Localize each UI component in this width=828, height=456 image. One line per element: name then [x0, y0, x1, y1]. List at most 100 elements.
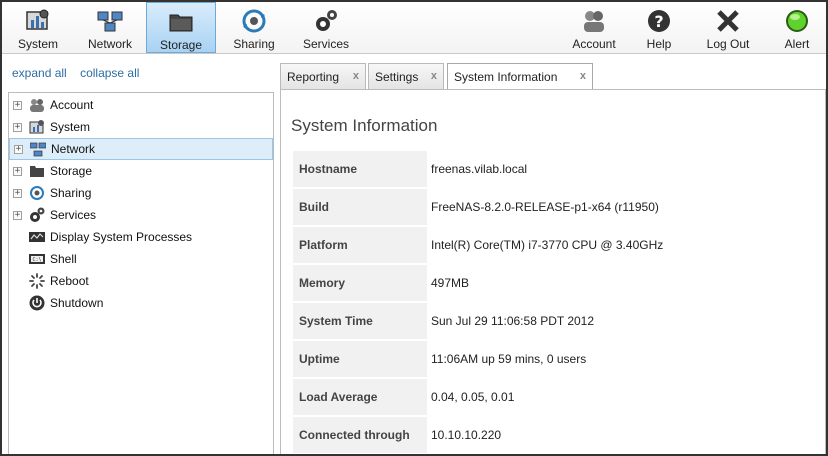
info-key: Memory — [293, 265, 427, 301]
storage-icon — [30, 166, 44, 177]
toolbar-label: Services — [302, 37, 349, 51]
tree-item-storage[interactable]: + Storage — [9, 160, 273, 182]
toolbar-system-button[interactable]: System — [8, 2, 68, 53]
sharing-icon — [30, 186, 44, 200]
info-key: Build — [293, 189, 427, 225]
account-icon — [584, 11, 604, 32]
info-row-uptime: Uptime 11:06AM up 59 mins, 0 users — [293, 341, 823, 377]
info-value: 0.04, 0.05, 0.01 — [431, 390, 515, 404]
sharing-icon — [242, 9, 266, 33]
info-key: System Time — [293, 303, 427, 339]
toolbar-label: Help — [646, 37, 672, 51]
app-window: System Network Storage Sharing Services … — [0, 0, 828, 456]
tree-item-shell[interactable]: C:\ Shell — [9, 248, 273, 270]
tree-item-sharing[interactable]: + Sharing — [9, 182, 273, 204]
close-icon[interactable]: x — [431, 70, 437, 82]
shell-icon: C:\ — [29, 254, 45, 264]
help-icon: ? — [648, 10, 670, 32]
expand-toggle[interactable]: + — [13, 188, 22, 198]
expand-all-link[interactable]: expand all — [12, 66, 67, 80]
close-icon[interactable]: x — [580, 70, 586, 82]
network-icon — [30, 142, 46, 157]
tab-system-information[interactable]: System Information x — [447, 63, 593, 90]
navigation-tree: + Account + System + Network + Storage +… — [8, 92, 274, 454]
tree-item-label: Services — [50, 208, 97, 222]
tree-item-label: Storage — [50, 164, 93, 178]
toolbar-label: Log Out — [706, 37, 750, 51]
tree-item-label: Reboot — [50, 274, 89, 288]
tree-item-label: Account — [50, 98, 94, 112]
content-panel: Reporting x Settings x System Informatio… — [280, 60, 826, 454]
info-value: Sun Jul 29 11:06:58 PDT 2012 — [431, 314, 595, 328]
svg-text:C:\: C:\ — [32, 257, 41, 263]
tree-item-label: Network — [51, 142, 96, 156]
shutdown-icon — [29, 295, 45, 311]
toolbar-label: Sharing — [233, 37, 275, 51]
info-value: FreeNAS-8.2.0-RELEASE-p1-x64 (r11950) — [431, 200, 659, 214]
toolbar-label: Storage — [159, 38, 203, 52]
tree-item-reboot[interactable]: Reboot — [9, 270, 273, 292]
alert-icon — [786, 10, 808, 32]
tab-reporting[interactable]: Reporting x — [280, 63, 366, 89]
tree-item-label: System — [50, 120, 91, 134]
services-icon — [30, 207, 45, 222]
top-toolbar: System Network Storage Sharing Services … — [2, 2, 826, 54]
expand-toggle[interactable]: + — [13, 166, 22, 176]
tab-bar: Reporting x Settings x System Informatio… — [280, 63, 826, 90]
info-value: Intel(R) Core(TM) i7-3770 CPU @ 3.40GHz — [431, 238, 664, 252]
close-icon[interactable]: x — [353, 70, 359, 82]
toolbar-logout-button[interactable]: Log Out — [698, 2, 758, 53]
navigation-panel: expand all collapse all + Account + Syst… — [8, 60, 274, 454]
toolbar-storage-button[interactable]: Storage — [146, 2, 216, 53]
info-row-system-time: System Time Sun Jul 29 11:06:58 PDT 2012 — [293, 303, 823, 339]
toolbar-label: Network — [87, 37, 132, 51]
info-row-build: Build FreeNAS-8.2.0-RELEASE-p1-x64 (r119… — [293, 189, 823, 225]
collapse-all-link[interactable]: collapse all — [80, 66, 139, 80]
reboot-icon — [29, 273, 45, 289]
toolbar-alert-button[interactable]: Alert — [772, 2, 822, 53]
tree-item-display-system-processes[interactable]: Display System Processes — [9, 226, 273, 248]
toolbar-label: Alert — [784, 37, 810, 51]
expand-toggle[interactable]: + — [13, 100, 22, 110]
info-row-load-average: Load Average 0.04, 0.05, 0.01 — [293, 379, 823, 415]
toolbar-network-button[interactable]: Network — [80, 2, 140, 53]
info-value: 10.10.10.220 — [431, 428, 502, 442]
logout-icon — [717, 10, 739, 32]
tree-item-network[interactable]: + Network — [9, 138, 273, 160]
system-icon — [26, 9, 49, 30]
info-key: Platform — [293, 227, 427, 263]
tree-item-label: Display System Processes — [50, 230, 193, 244]
toolbar-help-button[interactable]: ? Help — [634, 2, 684, 53]
processes-icon — [29, 232, 45, 242]
system-information-pane: System Information Hostname freenas.vila… — [280, 89, 826, 454]
svg-text:?: ? — [654, 12, 663, 31]
toolbar-services-button[interactable]: Services — [296, 2, 356, 53]
info-key: Connected through — [293, 417, 427, 453]
info-key: Load Average — [293, 379, 427, 415]
info-row-connected-through: Connected through 10.10.10.220 — [293, 417, 823, 453]
info-key: Hostname — [293, 151, 427, 187]
info-row-platform: Platform Intel(R) Core(TM) i7-3770 CPU @… — [293, 227, 823, 263]
system-icon — [29, 120, 44, 134]
tree-item-services[interactable]: + Services — [9, 204, 273, 226]
tab-settings[interactable]: Settings x — [368, 63, 444, 89]
info-row-memory: Memory 497MB — [293, 265, 823, 301]
expand-toggle[interactable]: + — [13, 210, 22, 220]
tree-item-shutdown[interactable]: Shutdown — [9, 292, 273, 314]
network-icon — [97, 11, 123, 32]
tree-item-label: Shell — [50, 252, 77, 266]
info-key: Uptime — [293, 341, 427, 377]
account-icon — [30, 99, 44, 112]
tree-controls: expand all collapse all — [12, 66, 149, 80]
toolbar-sharing-button[interactable]: Sharing — [224, 2, 284, 53]
expand-toggle[interactable]: + — [14, 144, 23, 154]
info-value: 11:06AM up 59 mins, 0 users — [431, 352, 587, 366]
tree-item-system[interactable]: + System — [9, 116, 273, 138]
toolbar-label: Account — [572, 37, 616, 51]
toolbar-account-button[interactable]: Account — [564, 2, 624, 53]
expand-toggle[interactable]: + — [13, 122, 22, 132]
tab-label: Settings — [375, 69, 419, 84]
info-value: freenas.vilab.local — [431, 162, 528, 176]
tree-item-account[interactable]: + Account — [9, 94, 273, 116]
page-title: System Information — [291, 116, 438, 135]
